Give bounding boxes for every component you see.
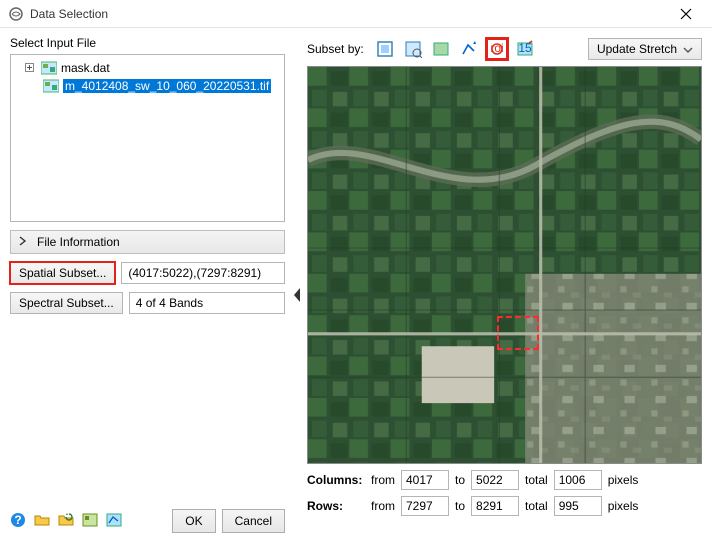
columns-to-input[interactable]: 5022 bbox=[471, 470, 519, 490]
chevron-right-icon bbox=[19, 235, 27, 249]
spectral-subset-button[interactable]: Spectral Subset... bbox=[10, 292, 123, 314]
restore-session-icon[interactable] bbox=[58, 512, 74, 531]
raster-product-icon[interactable] bbox=[82, 512, 98, 531]
file-information-header[interactable]: File Information bbox=[10, 230, 285, 254]
cancel-button[interactable]: Cancel bbox=[222, 509, 285, 533]
spatial-subset-value: (4017:5022),(7297:8291) bbox=[121, 262, 285, 284]
rows-total-input[interactable]: 995 bbox=[554, 496, 602, 516]
pixels-label: pixels bbox=[608, 499, 639, 513]
columns-total-input[interactable]: 1006 bbox=[554, 470, 602, 490]
svg-text:?: ? bbox=[14, 513, 21, 527]
satellite-imagery bbox=[308, 67, 701, 464]
subset-geographic-icon[interactable]: 15 bbox=[514, 38, 536, 60]
image-preview[interactable] bbox=[307, 66, 702, 464]
right-panel: Subset by: roi 15 Update Stretch bbox=[305, 28, 712, 539]
envi-app-icon bbox=[8, 6, 24, 22]
raster-icon bbox=[41, 61, 57, 75]
coordinate-inputs: Columns: from 4017 to 5022 total 1006 pi… bbox=[307, 470, 702, 516]
open-folder-icon[interactable] bbox=[34, 512, 50, 531]
right-toolbar: Subset by: roi 15 Update Stretch bbox=[307, 38, 702, 60]
file-tree[interactable]: mask.dat m_4012408_sw_10_060_20220531.ti… bbox=[10, 54, 285, 222]
to-label: to bbox=[455, 473, 465, 487]
roi-selection-box[interactable] bbox=[497, 316, 539, 350]
left-footer: ? OK Cancel bbox=[10, 499, 285, 533]
pixels-label: pixels bbox=[608, 473, 639, 487]
columns-from-input[interactable]: 4017 bbox=[401, 470, 449, 490]
rows-row: Rows: from 7297 to 8291 total 995 pixels bbox=[307, 496, 702, 516]
tree-item-label: mask.dat bbox=[61, 61, 110, 75]
raster-icon bbox=[43, 79, 59, 93]
tree-item-label: m_4012408_sw_10_060_20220531.tif bbox=[63, 79, 271, 93]
splitter-handle-icon[interactable] bbox=[291, 286, 303, 307]
rows-label: Rows: bbox=[307, 499, 365, 513]
subset-view-extent-icon[interactable] bbox=[402, 38, 424, 60]
ok-button[interactable]: OK bbox=[172, 509, 215, 533]
rows-to-input[interactable]: 8291 bbox=[471, 496, 519, 516]
select-input-label: Select Input File bbox=[10, 36, 285, 50]
update-stretch-label: Update Stretch bbox=[597, 42, 677, 56]
total-label: total bbox=[525, 499, 548, 513]
panel-splitter[interactable] bbox=[295, 28, 305, 539]
subset-full-extent-icon[interactable] bbox=[374, 38, 396, 60]
subset-raster-icon[interactable] bbox=[430, 38, 452, 60]
footer-toolbar: ? bbox=[10, 512, 122, 531]
subset-by-label: Subset by: bbox=[307, 42, 364, 56]
total-label: total bbox=[525, 473, 548, 487]
tree-expander-icon[interactable] bbox=[25, 61, 37, 75]
spatial-subset-button[interactable]: Spatial Subset... bbox=[10, 262, 115, 284]
content-area: Select Input File mask.dat m_4012408_sw_… bbox=[0, 28, 712, 539]
spectral-subset-value: 4 of 4 Bands bbox=[129, 292, 285, 314]
file-information-label: File Information bbox=[37, 235, 120, 249]
rows-from-input[interactable]: 7297 bbox=[401, 496, 449, 516]
from-label: from bbox=[371, 473, 395, 487]
chevron-down-icon bbox=[683, 42, 693, 56]
subset-roi-icon[interactable]: roi bbox=[486, 38, 508, 60]
tree-item-mask[interactable]: mask.dat bbox=[15, 59, 280, 77]
tree-item-tif[interactable]: m_4012408_sw_10_060_20220531.tif bbox=[15, 77, 280, 95]
window-title: Data Selection bbox=[30, 7, 108, 21]
columns-label: Columns: bbox=[307, 473, 365, 487]
left-panel: Select Input File mask.dat m_4012408_sw_… bbox=[0, 28, 295, 539]
from-label: from bbox=[371, 499, 395, 513]
to-label: to bbox=[455, 499, 465, 513]
svg-text:roi: roi bbox=[490, 41, 503, 55]
subset-vector-icon[interactable] bbox=[458, 38, 480, 60]
help-icon[interactable]: ? bbox=[10, 512, 26, 531]
close-button[interactable] bbox=[668, 0, 704, 28]
titlebar: Data Selection bbox=[0, 0, 712, 28]
vector-product-icon[interactable] bbox=[106, 512, 122, 531]
update-stretch-dropdown[interactable]: Update Stretch bbox=[588, 38, 702, 60]
columns-row: Columns: from 4017 to 5022 total 1006 pi… bbox=[307, 470, 702, 490]
